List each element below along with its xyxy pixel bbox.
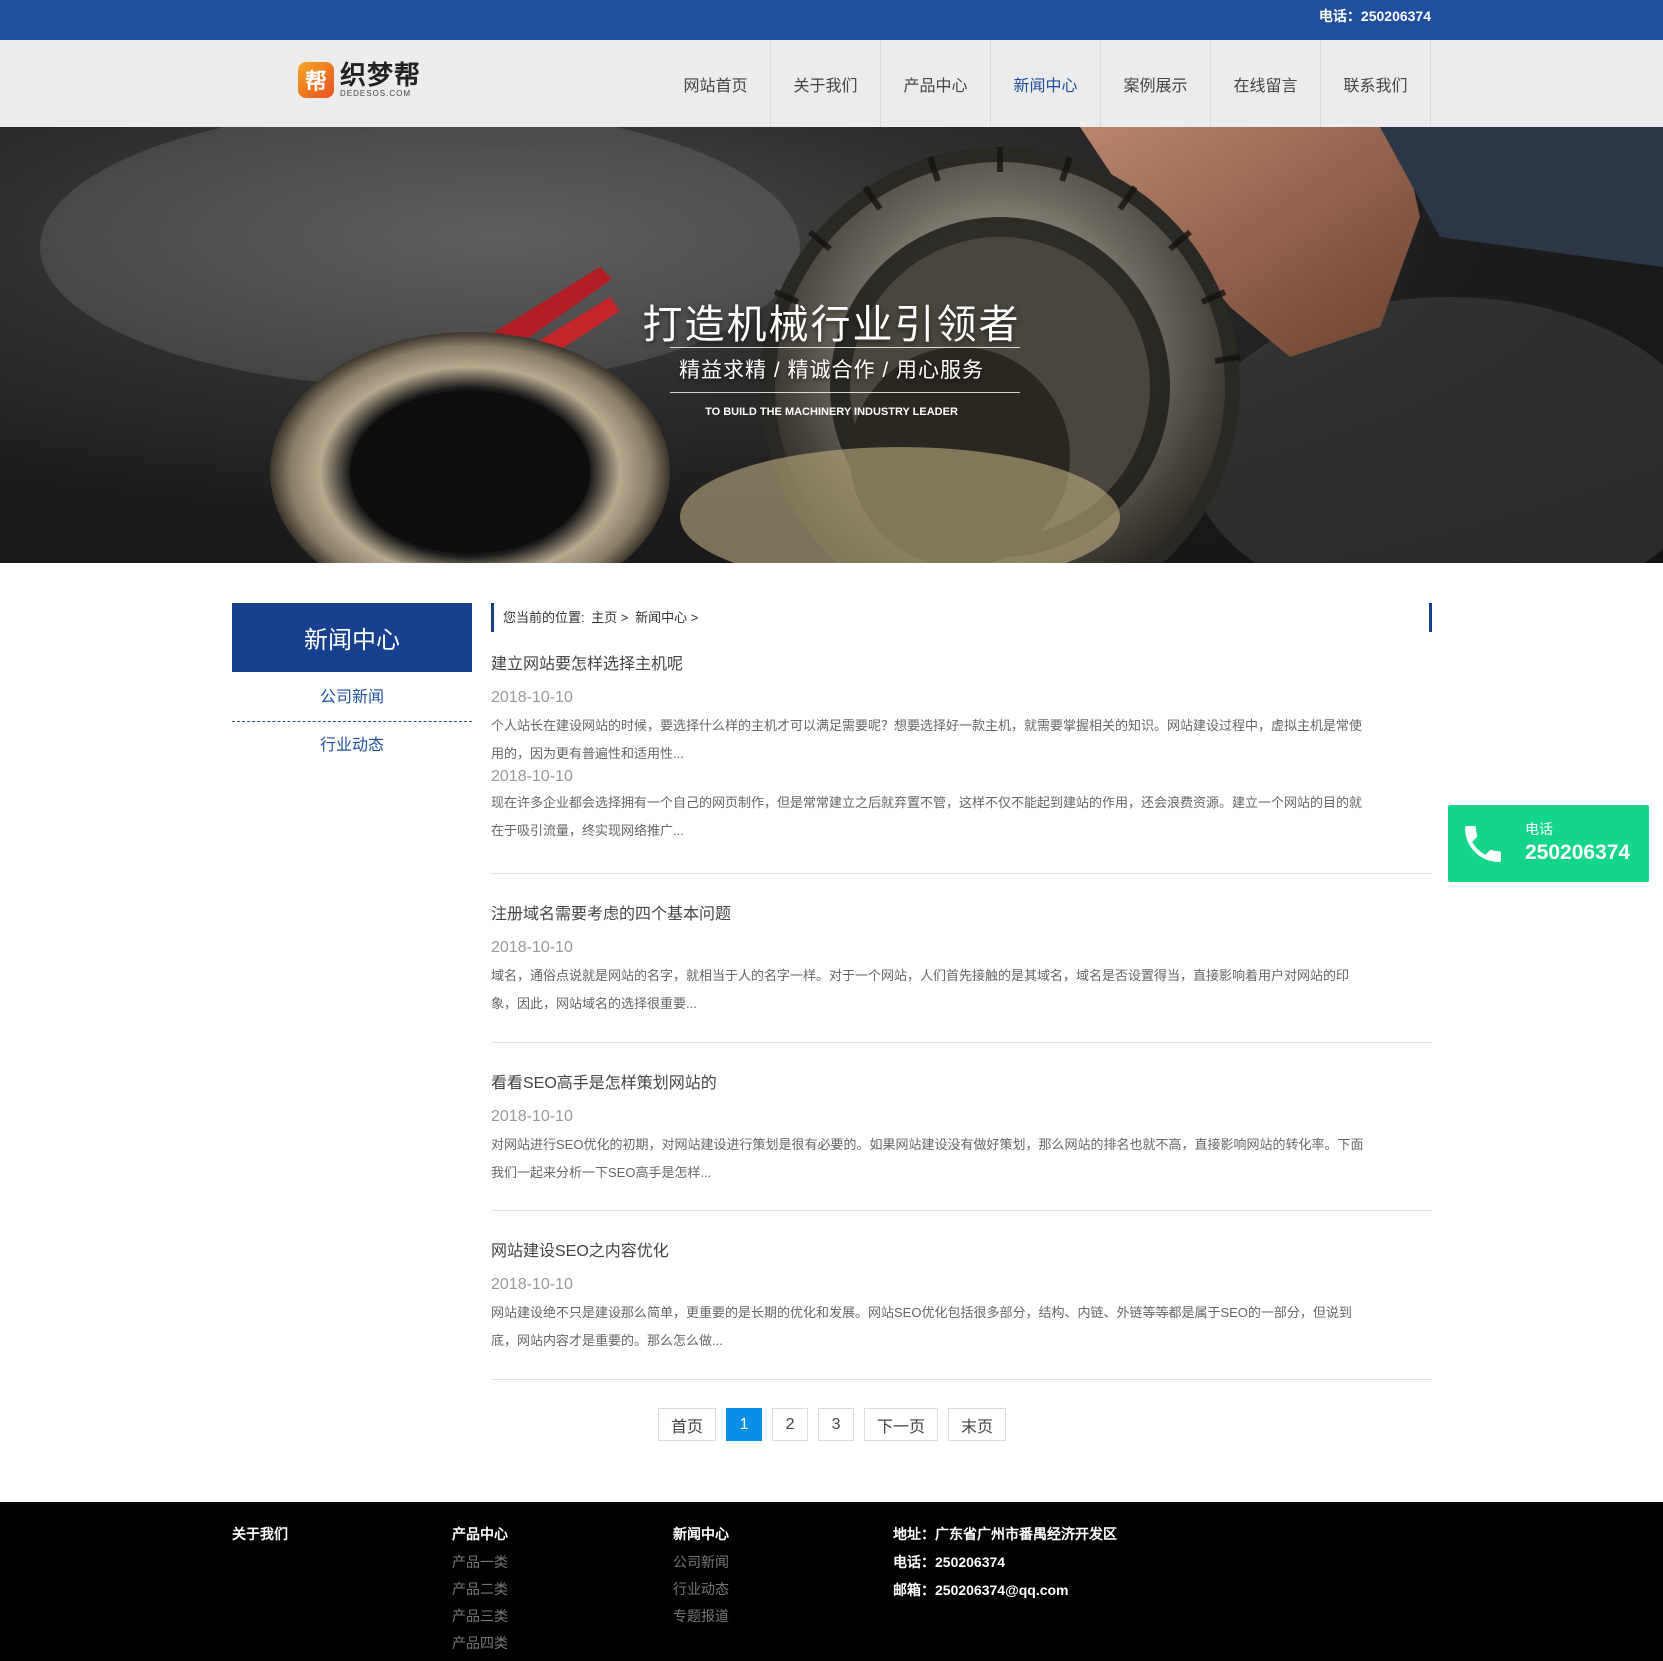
logo-badge-icon: 帮 — [298, 62, 334, 98]
footer-link[interactable]: 公司新闻 — [673, 1552, 729, 1572]
banner-divider — [670, 392, 1020, 393]
breadcrumb-current[interactable]: 新闻中心 — [635, 610, 687, 625]
breadcrumb-separator: > — [690, 610, 699, 625]
list-item: 注册域名需要考虑的四个基本问题 2018-10-10 域名，通俗点说就是网站的名… — [491, 904, 1432, 1018]
floating-phone-widget[interactable]: 电话 250206374 — [1448, 805, 1649, 882]
divider — [491, 1042, 1432, 1043]
banner-divider — [670, 347, 1020, 348]
sidebar-item-company-news[interactable]: 公司新闻 — [232, 674, 472, 722]
nav-home[interactable]: 网站首页 — [661, 40, 771, 127]
divider — [491, 1379, 1432, 1380]
logo-name: 织梦帮 — [340, 60, 422, 90]
article-date: 2018-10-10 — [491, 1108, 573, 1125]
phone-icon — [1448, 805, 1518, 882]
page-last[interactable]: 末页 — [948, 1408, 1007, 1441]
footer-contact: 地址：广东省广州市番禺经济开发区 电话：250206374 邮箱：2502063… — [893, 1524, 1117, 1608]
page-1[interactable]: 1 — [726, 1408, 763, 1441]
footer-link[interactable]: 产品二类 — [452, 1579, 508, 1599]
footer: 关于我们 产品中心 产品一类 产品二类 产品三类 产品四类 新闻中心 公司新闻 … — [0, 1502, 1663, 1661]
footer-address: 地址：广东省广州市番禺经济开发区 — [893, 1526, 1117, 1542]
main-nav: 网站首页 关于我们 产品中心 新闻中心 案例展示 在线留言 联系我们 — [661, 40, 1431, 127]
article-date: 2018-10-10 — [491, 1276, 573, 1293]
list-item: 网站建设SEO之内容优化 2018-10-10 网站建设绝不只是建设那么简单，更… — [491, 1241, 1432, 1355]
divider — [491, 1210, 1432, 1211]
footer-col-news: 新闻中心 公司新闻 行业动态 专题报道 — [673, 1524, 729, 1633]
header: 帮 织梦帮 DEDESOS.COM 网站首页 关于我们 产品中心 新闻中心 案例… — [0, 40, 1663, 127]
banner-english: TO BUILD THE MACHINERY INDUSTRY LEADER — [705, 406, 958, 418]
nav-products[interactable]: 产品中心 — [881, 40, 991, 127]
footer-link[interactable]: 产品三类 — [452, 1606, 508, 1626]
nav-about[interactable]: 关于我们 — [771, 40, 881, 127]
logo-domain: DEDESOS.COM — [340, 89, 412, 98]
hero-banner: 打造机械行业引领者 精益求精 / 精诚合作 / 用心服务 TO BUILD TH… — [0, 127, 1663, 563]
top-bar: 电话：250206374 — [0, 0, 1663, 40]
divider — [491, 873, 1432, 874]
breadcrumb-separator: > — [620, 610, 629, 625]
footer-heading[interactable]: 关于我们 — [232, 1524, 288, 1544]
nav-contact[interactable]: 联系我们 — [1321, 40, 1431, 127]
article-date: 2018-10-10 — [491, 768, 573, 785]
footer-link[interactable]: 专题报道 — [673, 1606, 729, 1626]
article-summary: 域名，通俗点说就是网站的名字，就相当于人的名字一样。对于一个网站，人们首先接触的… — [491, 968, 1350, 1011]
pagination: 首页 1 2 3 下一页 末页 — [658, 1408, 1007, 1441]
breadcrumb: 您当前的位置: 主页 > 新闻中心 > — [491, 603, 1432, 632]
list-item: 建立网站要怎样选择主机呢 2018-10-10 个人站长在建设网站的时候，要选择… — [491, 654, 1432, 768]
sidebar-heading: 新闻中心 — [232, 603, 472, 672]
footer-heading[interactable]: 新闻中心 — [673, 1524, 729, 1544]
article-title[interactable]: 看看SEO高手是怎样策划网站的 — [491, 1073, 1432, 1103]
page-first[interactable]: 首页 — [658, 1408, 717, 1441]
list-item: 2018-10-10 现在许多企业都会选择拥有一个自己的网页制作，但是常常建立之… — [491, 765, 1432, 845]
footer-link[interactable]: 产品四类 — [452, 1633, 508, 1653]
article-date: 2018-10-10 — [491, 689, 573, 706]
banner-subtitle: 精益求精 / 精诚合作 / 用心服务 — [678, 359, 984, 382]
nav-message[interactable]: 在线留言 — [1211, 40, 1321, 127]
sidebar-item-industry-news[interactable]: 行业动态 — [232, 722, 472, 770]
top-phone: 电话：250206374 — [1318, 8, 1431, 24]
footer-link[interactable]: 产品一类 — [452, 1552, 508, 1572]
article-summary: 个人站长在建设网站的时候，要选择什么样的主机才可以满足需要呢？想要选择好一款主机… — [491, 718, 1363, 761]
nav-cases[interactable]: 案例展示 — [1101, 40, 1211, 127]
floating-phone-number: 250206374 — [1525, 841, 1631, 864]
footer-link[interactable]: 行业动态 — [673, 1579, 729, 1599]
article-title[interactable]: 注册域名需要考虑的四个基本问题 — [491, 904, 1432, 934]
article-summary: 对网站进行SEO优化的初期，对网站建设进行策划是很有必要的。如果网站建设没有做好… — [491, 1137, 1364, 1180]
list-item: 看看SEO高手是怎样策划网站的 2018-10-10 对网站进行SEO优化的初期… — [491, 1073, 1432, 1187]
banner-title: 打造机械行业引领者 — [642, 303, 1021, 347]
page-next[interactable]: 下一页 — [864, 1408, 939, 1441]
article-summary: 现在许多企业都会选择拥有一个自己的网页制作，但是常常建立之后就弃置不管，这样不仅… — [491, 795, 1363, 838]
article-summary: 网站建设绝不只是建设那么简单，更重要的是长期的优化和发展。网站SEO优化包括很多… — [491, 1305, 1352, 1348]
footer-phone: 电话：250206374 — [893, 1554, 1006, 1570]
article-title[interactable]: 网站建设SEO之内容优化 — [491, 1241, 1432, 1271]
article-date: 2018-10-10 — [491, 939, 573, 956]
floating-phone-label: 电话 — [1525, 821, 1553, 837]
footer-heading[interactable]: 产品中心 — [452, 1524, 508, 1544]
page-3[interactable]: 3 — [818, 1408, 855, 1441]
nav-news[interactable]: 新闻中心 — [991, 40, 1101, 127]
breadcrumb-prefix: 您当前的位置: — [503, 610, 585, 625]
breadcrumb-home[interactable]: 主页 — [591, 610, 617, 625]
footer-col-products: 产品中心 产品一类 产品二类 产品三类 产品四类 — [452, 1524, 508, 1660]
article-title[interactable]: 建立网站要怎样选择主机呢 — [491, 654, 1432, 684]
site-logo[interactable]: 帮 织梦帮 DEDESOS.COM — [298, 60, 421, 100]
footer-col-about: 关于我们 — [232, 1524, 288, 1552]
footer-email: 邮箱：250206374@qq.com — [893, 1582, 1069, 1598]
page-2[interactable]: 2 — [772, 1408, 809, 1441]
